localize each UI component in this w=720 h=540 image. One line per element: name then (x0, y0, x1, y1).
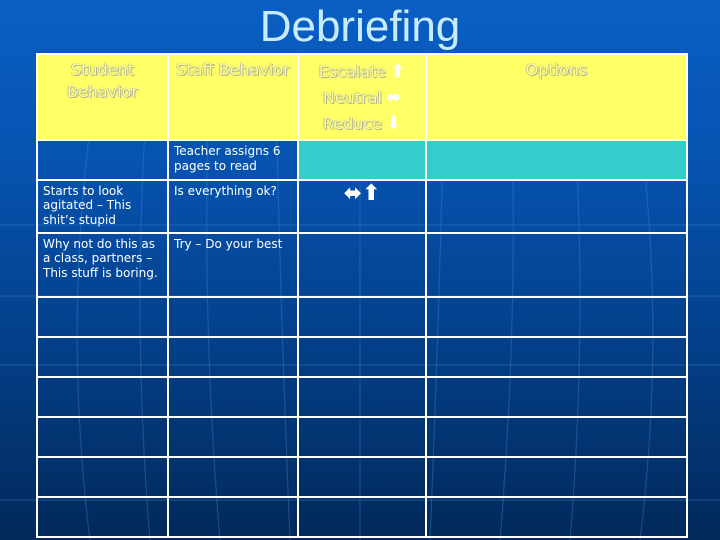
scale-cell (297, 231, 427, 299)
header-student-behavior: Student Behavior (36, 52, 169, 142)
empty-cell (167, 336, 299, 379)
empty-cell (425, 416, 688, 459)
student-behavior-cell: Why not do this as a class, partners – T… (36, 231, 169, 299)
options-cell (425, 178, 688, 234)
empty-cell (297, 376, 427, 419)
empty-cell (167, 376, 299, 419)
empty-cell (297, 495, 427, 539)
empty-cell (167, 296, 299, 339)
empty-row (36, 336, 688, 379)
empty-cell (36, 416, 169, 459)
scale-escalate: Escalate ⬆ (319, 59, 406, 85)
empty-cell (167, 456, 299, 498)
header-scale: Escalate ⬆ Neutral ⬌ Reduce ⬇ (297, 52, 427, 142)
teacher-action-text: Teacher assigns 6 pages to read (174, 144, 281, 173)
empty-cell (36, 296, 169, 339)
empty-cell (167, 495, 299, 539)
empty-row (36, 376, 688, 419)
empty-row (36, 296, 688, 339)
teacher-staff-cell: Teacher assigns 6 pages to read (167, 139, 299, 181)
arrow-left-right-icon: ⬌ (343, 180, 362, 206)
teacher-student-cell (36, 139, 169, 181)
header-options: Options (425, 52, 688, 142)
table-row: Why not do this as a class, partners – T… (36, 231, 688, 299)
slide-title: Debriefing (259, 2, 461, 51)
scale-reduce: Reduce ⬇ (323, 111, 401, 137)
empty-cell (297, 416, 427, 459)
empty-cell (425, 296, 688, 339)
header-row: Student Behavior Staff Behavior Escalate… (36, 52, 688, 142)
teacher-options-cell (425, 139, 688, 181)
empty-row (36, 456, 688, 498)
arrow-left-right-icon: ⬌ (385, 87, 402, 108)
neutral-label: Neutral (322, 88, 382, 107)
empty-row (36, 495, 688, 539)
empty-cell (36, 336, 169, 379)
reduce-label: Reduce (322, 114, 383, 133)
scale-neutral: Neutral ⬌ (323, 85, 401, 111)
empty-cell (425, 376, 688, 419)
arrow-up-icon: ⬆ (390, 61, 406, 82)
empty-cell (425, 495, 688, 539)
empty-cell (297, 336, 427, 379)
empty-cell (167, 416, 299, 459)
arrow-down-icon: ⬇ (386, 113, 402, 134)
debriefing-table: Student Behavior Staff Behavior Escalate… (36, 52, 688, 539)
header-staff-behavior: Staff Behavior (167, 52, 299, 142)
scale-cell: ⬌⬆ (297, 178, 427, 234)
empty-row (36, 416, 688, 459)
empty-cell (297, 296, 427, 339)
table-row: Starts to look agitated – This shit’s st… (36, 178, 688, 234)
teacher-row: Teacher assigns 6 pages to read (36, 139, 688, 181)
teacher-scale-cell (297, 139, 427, 181)
empty-cell (36, 495, 169, 539)
empty-cell (36, 376, 169, 419)
escalate-label: Escalate (318, 62, 387, 81)
arrow-up-icon: ⬆ (362, 180, 381, 206)
empty-cell (36, 456, 169, 498)
staff-behavior-cell: Is everything ok? (167, 178, 299, 234)
student-behavior-cell: Starts to look agitated – This shit’s st… (36, 178, 169, 234)
options-cell (425, 231, 688, 299)
staff-behavior-cell: Try – Do your best (167, 231, 299, 299)
empty-cell (425, 456, 688, 498)
empty-cell (425, 336, 688, 379)
empty-cell (297, 456, 427, 498)
